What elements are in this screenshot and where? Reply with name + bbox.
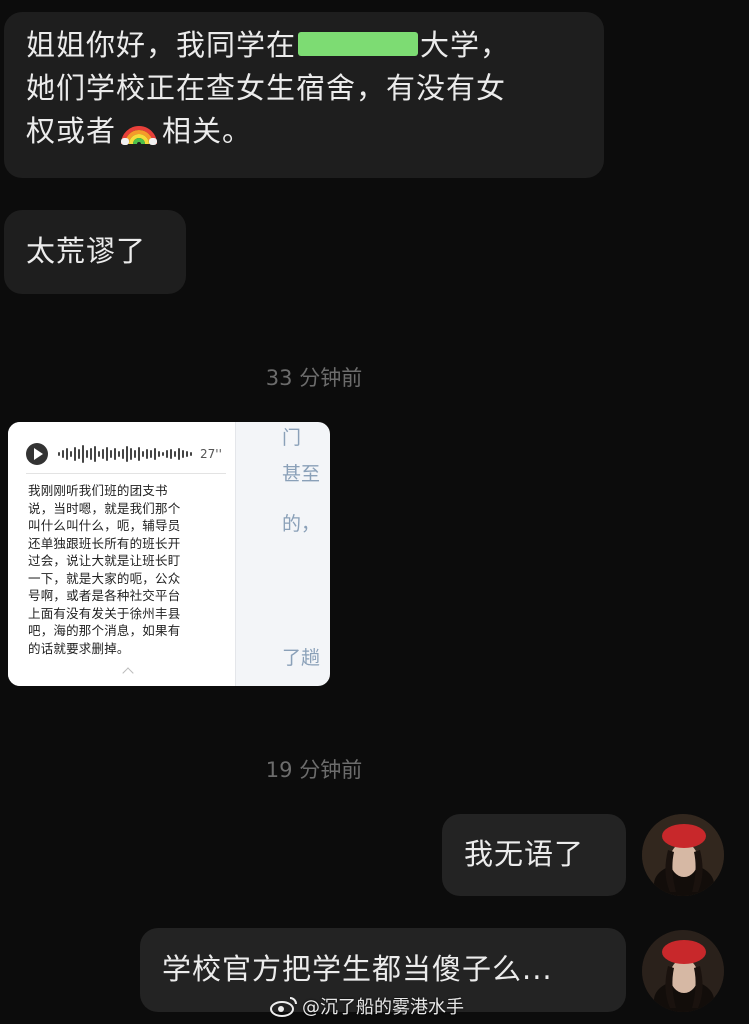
waveform-bar [150, 449, 152, 458]
waveform-bar [90, 447, 92, 460]
watermark-text: @沉了船的雾港水手 [302, 997, 464, 1018]
watermark: @沉了船的雾港水手 [270, 992, 464, 1020]
waveform-bar [94, 445, 96, 462]
waveform-bar [78, 448, 80, 459]
waveform-bar [190, 451, 192, 456]
avatar-image [642, 930, 724, 1012]
message-timestamp: 19 分钟前 [265, 758, 363, 782]
user-avatar[interactable] [642, 930, 724, 1012]
waveform-bar [70, 450, 72, 457]
waveform-bar [86, 449, 88, 458]
waveform-bar [134, 449, 136, 458]
weibo-logo-icon [270, 997, 297, 1017]
cropped-text-fragment: 甚至 [282, 463, 321, 485]
waveform-bar [82, 444, 84, 463]
waveform-bar [178, 447, 180, 460]
waveform-bar [154, 447, 156, 460]
waveform-bar [106, 446, 108, 461]
waveform-bar [130, 447, 132, 460]
waveform-bar [98, 450, 100, 457]
avatar-image [642, 814, 724, 896]
waveform-bar [158, 450, 160, 457]
waveform-bar [138, 446, 140, 461]
rainbow-icon [121, 126, 158, 145]
waveform-bar [186, 450, 188, 457]
voice-duration: 27'' [200, 446, 222, 461]
cropped-text-fragment: 了趟 [282, 647, 321, 669]
cropped-text-fragment: 的， [282, 513, 321, 535]
chevron-up-icon [122, 667, 134, 679]
message-line: 她们学校正在查女生宿舍，有没有女 [26, 71, 507, 105]
waveform-bar [118, 450, 120, 457]
waveform-bar [162, 451, 164, 456]
waveform-bar [126, 445, 128, 462]
incoming-message-bubble[interactable]: 太荒谬了 [4, 210, 186, 294]
waveform-bar [74, 446, 76, 461]
waveform-bar [102, 448, 104, 459]
waveform-bar [166, 449, 168, 458]
waveform-bar [170, 448, 172, 459]
chat-screen: 姐姐你好，我同学在 大学， 她们学校正在查女生宿舍，有没有女 权或者 相关。 太荒… [0, 0, 749, 1024]
waveform [58, 443, 194, 465]
voice-transcript-text: 我刚刚听我们班的团支书 说，当时嗯，就是我们那个 叫什么叫什么，呃，辅导员 还单… [28, 483, 181, 656]
outgoing-message-bubble[interactable]: 我无语了 [442, 814, 626, 896]
waveform-bar [66, 447, 68, 460]
cropped-text-fragment: 门 [282, 427, 302, 449]
waveform-bar [110, 449, 112, 458]
voice-transcript-panel: 27'' 我刚刚听我们班的团支书 说，当时嗯，就是我们那个 叫什么叫什么，呃，辅… [8, 422, 236, 686]
waveform-bar [58, 451, 60, 456]
waveform-bar [114, 447, 116, 460]
message-line: 姐姐你好，我同学在 大学， [26, 28, 511, 62]
waveform-bar [62, 449, 64, 458]
play-icon[interactable] [26, 442, 48, 465]
message-line: 权或者 相关。 [26, 114, 253, 148]
incoming-message-bubble[interactable]: 姐姐你好，我同学在 大学， 她们学校正在查女生宿舍，有没有女 权或者 相关。 [4, 12, 604, 178]
waveform-bar [182, 449, 184, 458]
waveform-bar [122, 448, 124, 459]
waveform-bar [146, 448, 148, 459]
user-avatar[interactable] [642, 814, 724, 896]
message-timestamp: 33 分钟前 [265, 366, 363, 390]
waveform-bar [174, 450, 176, 457]
redaction-mark [298, 32, 419, 56]
waveform-bar [142, 450, 144, 457]
voice-message-row[interactable]: 27'' [26, 434, 226, 474]
